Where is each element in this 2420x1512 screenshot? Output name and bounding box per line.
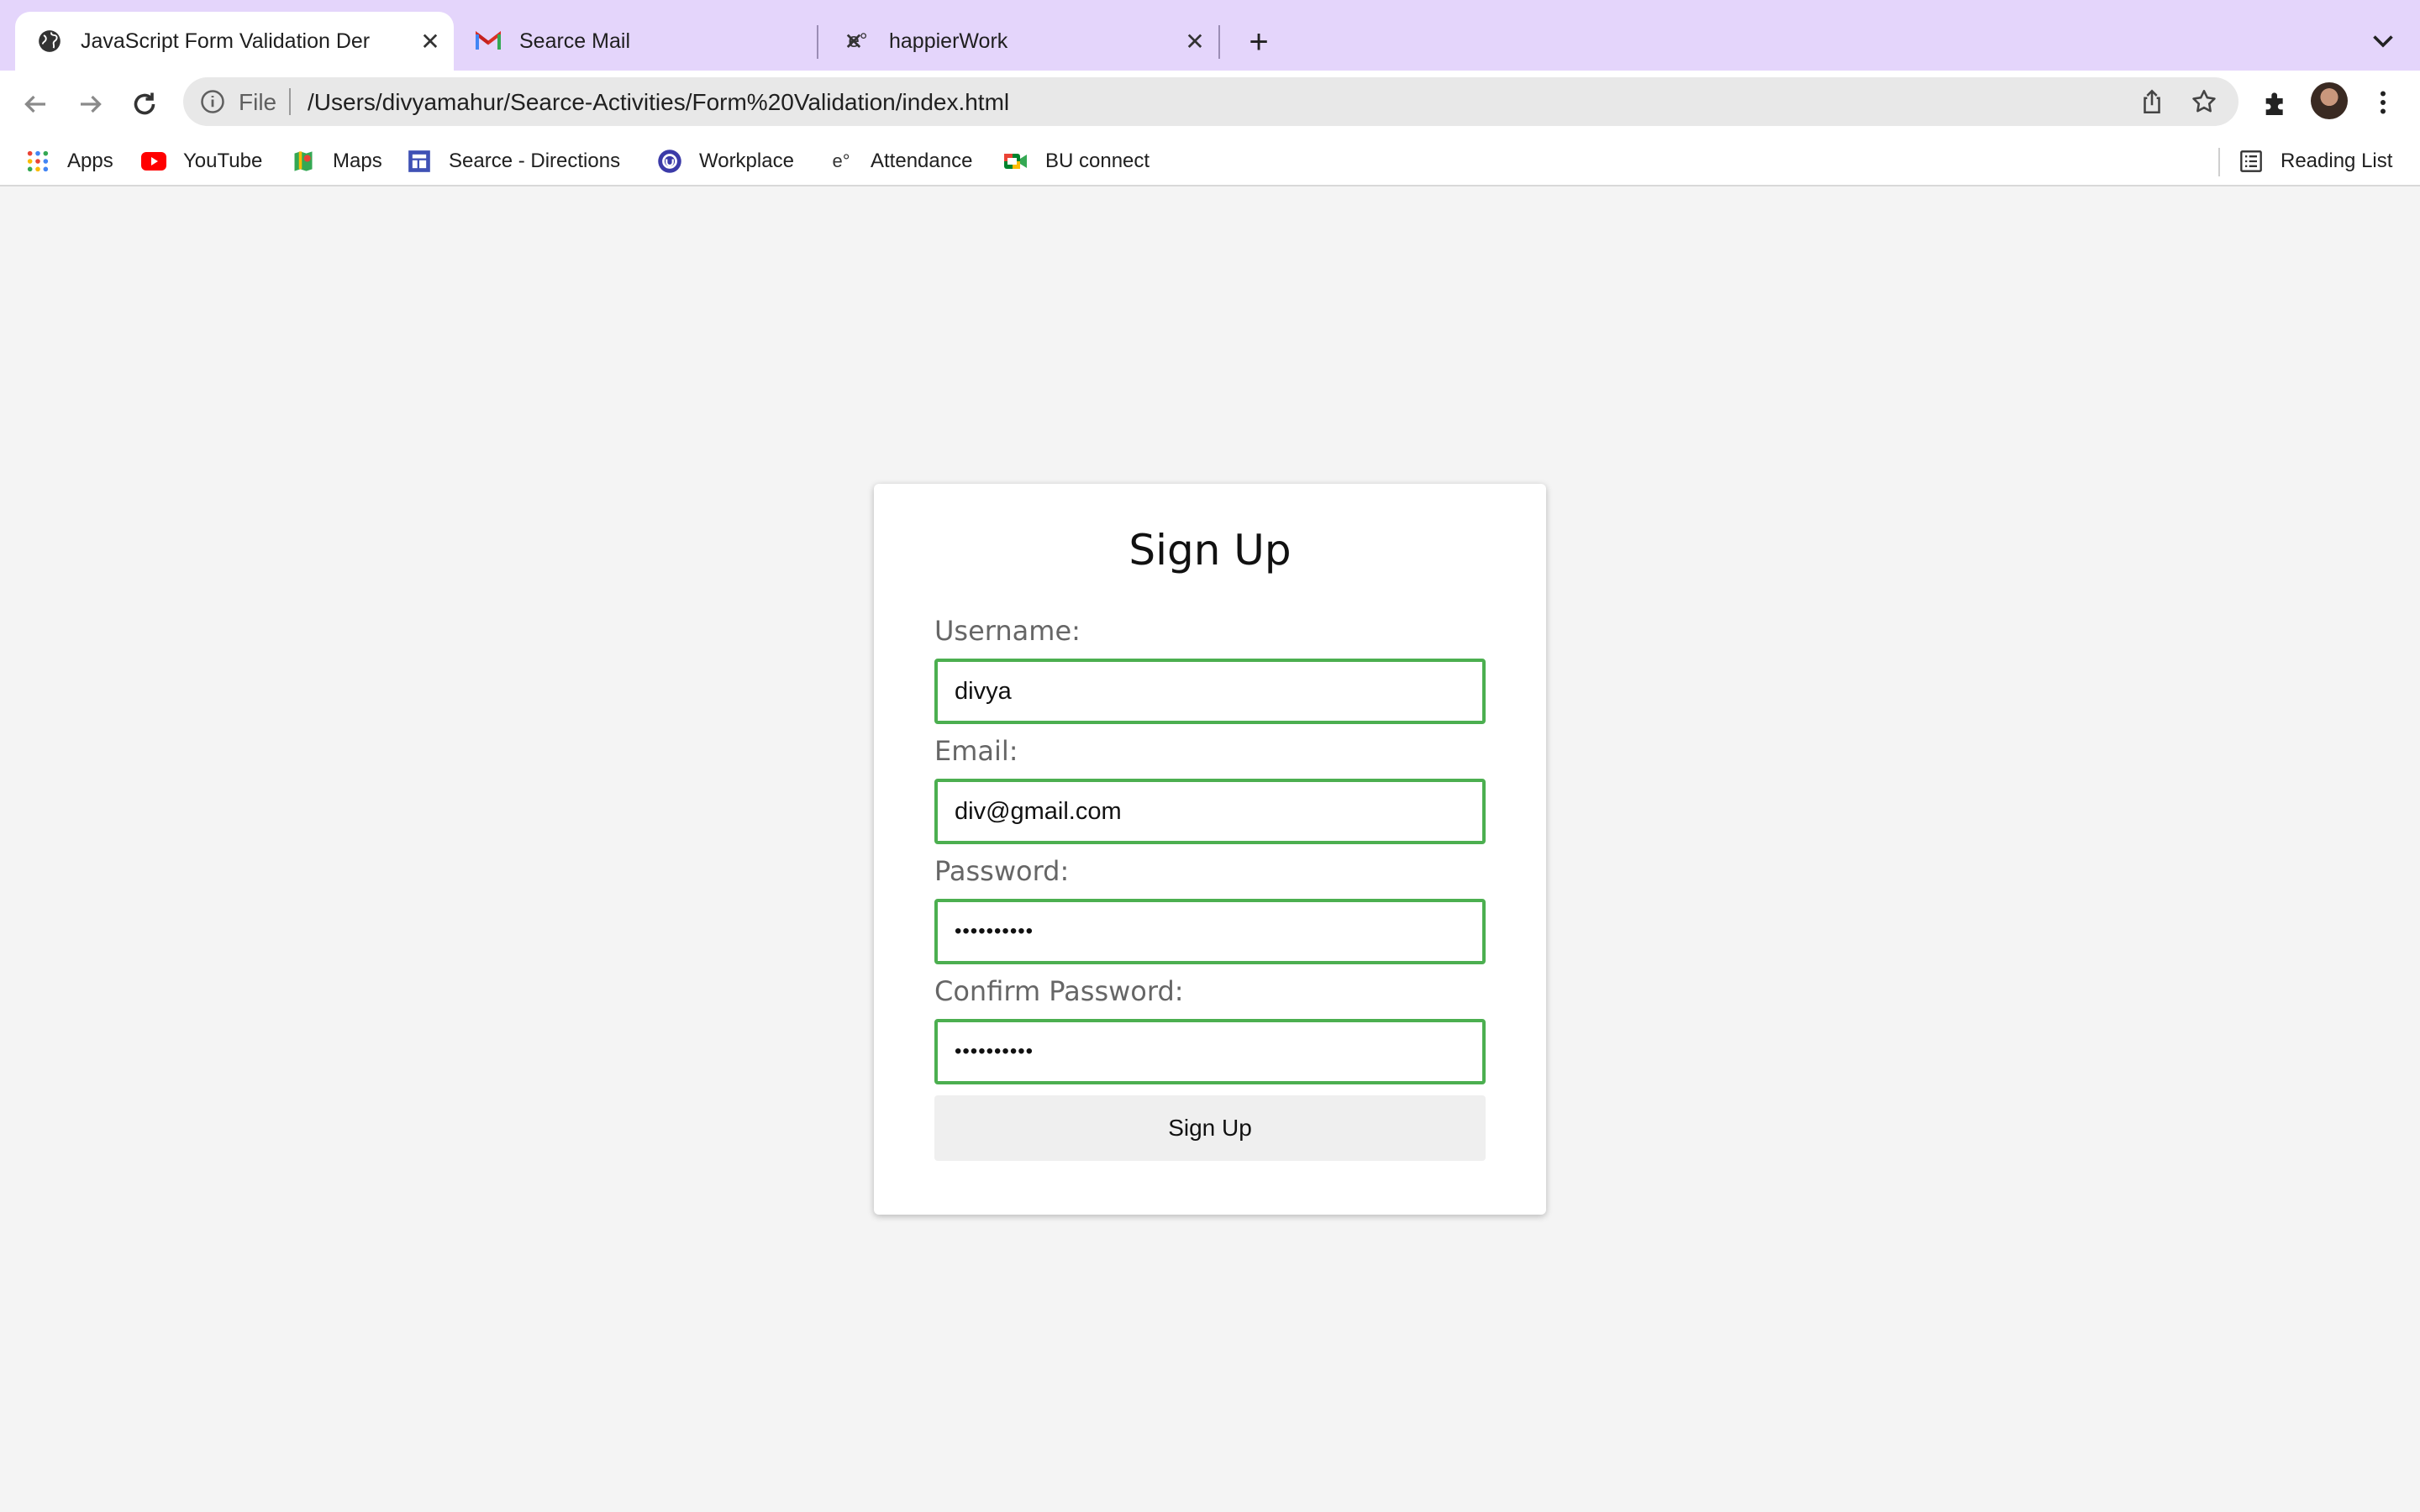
bookmark-label: Apps: [67, 150, 113, 172]
happierwork-icon: e°: [848, 29, 868, 52]
tab-divider: [817, 25, 818, 59]
more-vert-icon[interactable]: [2368, 86, 2398, 119]
info-icon[interactable]: [200, 89, 225, 114]
bookmark-label: Maps: [333, 150, 382, 172]
forward-arrow-icon[interactable]: [72, 86, 109, 123]
tab-divider: [1218, 25, 1220, 59]
tab-title: JavaScript Form Validation Der: [81, 29, 371, 53]
avatar[interactable]: [2311, 82, 2348, 119]
tab-strip: JavaScript Form Validation Der ✕ Searce …: [0, 0, 2420, 71]
username-input[interactable]: divya: [934, 659, 1486, 724]
bookmark-apps[interactable]: Apps: [25, 146, 113, 176]
bookmark-bu-connect[interactable]: BU connect: [1003, 146, 1150, 176]
reading-list-icon: [2238, 149, 2264, 174]
reload-icon[interactable]: [126, 86, 163, 123]
puzzle-icon[interactable]: [2260, 86, 2294, 119]
omnibox-divider: [289, 88, 291, 115]
new-tab-button[interactable]: +: [1242, 25, 1276, 59]
attendance-icon: e°: [832, 150, 850, 171]
bookmark-label: BU connect: [1045, 150, 1150, 172]
youtube-icon: [141, 149, 166, 174]
confirm-password-label: Confirm Password:: [934, 975, 1184, 1007]
globe-icon: [37, 29, 62, 54]
directions-icon: [407, 149, 432, 174]
confirm-password-input[interactable]: ••••••••••: [934, 1019, 1486, 1084]
email-input[interactable]: div@gmail.com: [934, 779, 1486, 844]
address-bar[interactable]: File /Users/divyamahur/Searce-Activities…: [183, 77, 2238, 126]
bookmark-label: Workplace: [699, 150, 794, 172]
apps-grid-icon: [25, 149, 50, 174]
chevron-down-icon[interactable]: [2368, 25, 2398, 55]
bookmark-label: YouTube: [183, 150, 263, 172]
gmail-icon: [476, 29, 501, 54]
bookmark-label: Attendance: [871, 150, 973, 172]
bookmark-attendance[interactable]: e° Attendance: [829, 146, 972, 176]
reading-list-button[interactable]: Reading List: [2238, 146, 2392, 176]
reading-list-label: Reading List: [2281, 150, 2393, 172]
close-tab-icon[interactable]: ✕: [1181, 28, 1208, 55]
browser-toolbar: File /Users/divyamahur/Searce-Activities…: [0, 71, 2420, 136]
back-arrow-icon[interactable]: [17, 86, 54, 123]
maps-icon: [291, 149, 316, 174]
password-label: Password:: [934, 855, 1070, 887]
email-label: Email:: [934, 735, 1018, 767]
close-tab-icon[interactable]: ✕: [417, 28, 444, 55]
bookmark-label: Searce - Directions: [449, 150, 621, 172]
bookmark-workplace[interactable]: Workplace: [657, 146, 794, 176]
tab-happierwork[interactable]: e° happierWork ✕: [823, 12, 1218, 71]
tab-title: Searce Mail: [519, 29, 630, 53]
signup-button[interactable]: Sign Up: [934, 1095, 1486, 1161]
bookmarks-bar: Apps YouTube Maps Searce - Directions Wo…: [0, 136, 2420, 186]
password-input[interactable]: ••••••••••: [934, 899, 1486, 964]
bookmark-searce-directions[interactable]: Searce - Directions: [407, 146, 620, 176]
meet-icon: [1003, 149, 1028, 174]
form-title: Sign Up: [1128, 526, 1292, 575]
bookmark-youtube[interactable]: YouTube: [141, 146, 262, 176]
star-icon[interactable]: [2190, 87, 2218, 116]
username-label: Username:: [934, 615, 1081, 647]
bookmarks-divider: [2218, 148, 2220, 176]
tab-form-validation[interactable]: JavaScript Form Validation Der ✕: [15, 12, 454, 71]
tab-searce-mail[interactable]: Searce Mail ✕: [454, 12, 877, 71]
bookmark-maps[interactable]: Maps: [291, 146, 382, 176]
share-icon[interactable]: [2138, 87, 2166, 116]
workplace-icon: [657, 149, 682, 174]
url-text[interactable]: /Users/divyamahur/Searce-Activities/Form…: [308, 89, 1009, 116]
tab-title: happierWork: [889, 29, 1008, 53]
scheme-label: File: [239, 89, 277, 115]
signup-card: Sign Up Username: divya Email: div@gmail…: [874, 484, 1546, 1215]
